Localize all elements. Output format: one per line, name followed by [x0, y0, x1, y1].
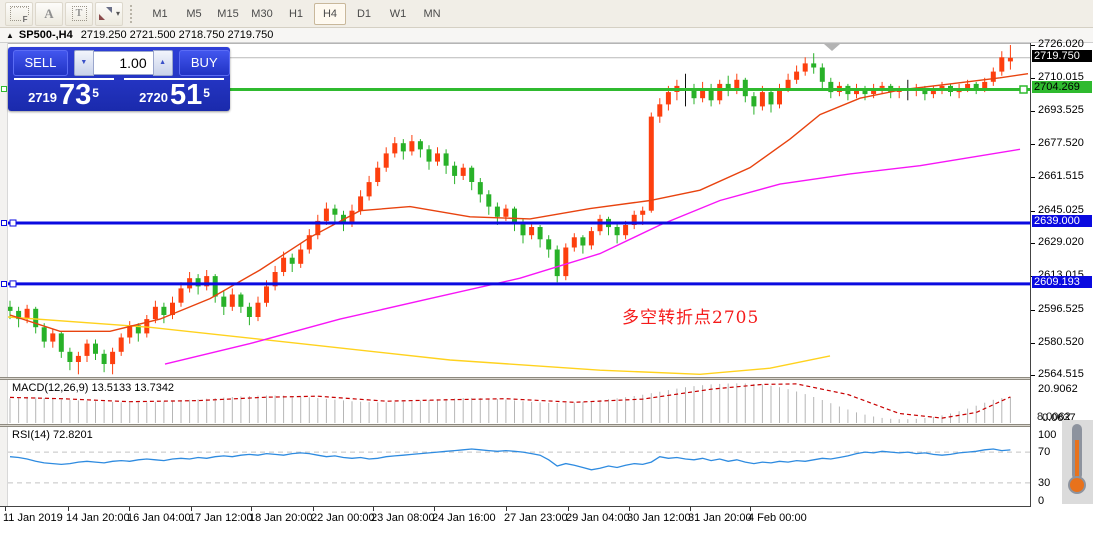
time-label: 30 Jan 12:00	[627, 512, 691, 524]
macd-indicator-label: MACD(12,26,9) 13.5133 13.7342	[12, 382, 174, 394]
price-tick-label: 2726.020	[1038, 38, 1084, 50]
line-anchor[interactable]	[1, 281, 7, 287]
price-tick-label: 2677.520	[1038, 137, 1084, 149]
timeframe-button-d1[interactable]: D1	[348, 3, 380, 25]
rsi-indicator-label: RSI(14) 72.8201	[12, 429, 93, 441]
timeframe-button-m1[interactable]: M1	[144, 3, 176, 25]
price-tick-dash	[1031, 211, 1035, 212]
time-tick	[690, 507, 691, 511]
sell-button[interactable]: SELL	[13, 50, 68, 76]
timeframe-button-m5[interactable]: M5	[178, 3, 210, 25]
time-tick	[191, 507, 192, 511]
timeframe-button-m30[interactable]: M30	[246, 3, 278, 25]
time-label: 4 Feb 00:00	[748, 512, 807, 524]
rsi-axis-label: 100	[1038, 429, 1056, 441]
time-label: 29 Jan 04:00	[566, 512, 630, 524]
volume-decrease-button[interactable]: ▼	[74, 50, 94, 76]
price-highlight-label: 2719.750	[1032, 50, 1092, 62]
time-tick	[506, 507, 507, 511]
left-edge-strip	[0, 43, 8, 507]
price-tick-dash	[1031, 45, 1035, 46]
price-tick-label: 2693.525	[1038, 104, 1084, 116]
time-axis[interactable]: 11 Jan 201914 Jan 20:0016 Jan 04:0017 Ja…	[0, 507, 1030, 534]
time-label: 18 Jan 20:00	[249, 512, 313, 524]
price-tick-label: 2580.520	[1038, 336, 1084, 348]
dropdown-caret-icon: ▾	[116, 9, 120, 18]
price-highlight-label: 2704.269	[1032, 81, 1092, 93]
time-label: 14 Jan 20:00	[66, 512, 130, 524]
time-label: 22 Jan 00:00	[311, 512, 375, 524]
price-tick-dash	[1031, 243, 1035, 244]
timeframe-button-mn[interactable]: MN	[416, 3, 448, 25]
time-tick	[129, 507, 130, 511]
timeframe-button-w1[interactable]: W1	[382, 3, 414, 25]
rsi-axis-label: 30	[1038, 477, 1050, 489]
object-arrows-icon[interactable]: ▾	[95, 2, 123, 26]
toolbar: F A T ▾ M1M5M15M30H1H4D1W1MN	[0, 0, 1093, 28]
mt4-terminal: F A T ▾ M1M5M15M30H1H4D1W1MN ▲ SP500-,H4…	[0, 0, 1093, 534]
text-box-icon[interactable]: T	[65, 2, 93, 26]
buy-button[interactable]: BUY	[179, 50, 230, 76]
price-tick-dash	[1031, 78, 1035, 79]
time-label: 16 Jan 04:00	[127, 512, 191, 524]
time-tick	[313, 507, 314, 511]
volume-input[interactable]: 1.00	[94, 51, 153, 75]
time-tick	[750, 507, 751, 511]
price-tick-dash	[1031, 177, 1035, 178]
price-highlight-label: 2609.193	[1032, 276, 1092, 288]
time-label: 31 Jan 20:00	[688, 512, 752, 524]
macd-axis-top: 20.9062	[1038, 383, 1078, 395]
grid-glyph: F	[10, 6, 29, 21]
time-tick	[251, 507, 252, 511]
time-label: 23 Jan 08:00	[371, 512, 435, 524]
bid-price[interactable]: 2719735	[8, 80, 119, 110]
collapse-panel-icon[interactable]: ▲	[6, 31, 14, 40]
label-a-icon[interactable]: A	[35, 2, 63, 26]
price-tick-label: 2596.525	[1038, 303, 1084, 315]
price-tick-dash	[1031, 144, 1035, 145]
price-tick-dash	[1031, 343, 1035, 344]
thermometer-icon	[1066, 422, 1088, 498]
toolbar-separator	[130, 5, 137, 23]
rsi-axis-label: 70	[1038, 446, 1050, 458]
chart-annotation-text: 多空转折点2705	[622, 303, 759, 328]
timeframe-button-h1[interactable]: H1	[280, 3, 312, 25]
ask-price[interactable]: 2720515	[119, 80, 230, 110]
price-tick-dash	[1031, 310, 1035, 311]
one-click-trading-panel: SELL ▼ 1.00 ▲ BUY 2719735 2720515	[8, 47, 230, 111]
rsi-pane[interactable]	[8, 427, 1030, 506]
chart-ohlc-values: 2719.250 2721.500 2718.750 2719.750	[81, 29, 274, 41]
price-highlight-label: 2639.000	[1032, 215, 1092, 227]
time-tick	[434, 507, 435, 511]
time-tick	[373, 507, 374, 511]
chart-symbol-title: SP500-,H4	[19, 29, 73, 41]
timeframe-button-m15[interactable]: M15	[212, 3, 244, 25]
line-anchor[interactable]	[1, 86, 7, 92]
time-label: 27 Jan 23:00	[504, 512, 568, 524]
price-tick-dash	[1031, 111, 1035, 112]
time-tick	[68, 507, 69, 511]
time-label: 11 Jan 2019	[3, 512, 63, 524]
time-tick	[629, 507, 630, 511]
price-tick-label: 2629.020	[1038, 236, 1084, 248]
timeframe-button-h4[interactable]: H4	[314, 3, 346, 25]
line-anchor[interactable]	[1, 220, 7, 226]
chart-grid-f-icon[interactable]: F	[5, 2, 33, 26]
time-label: 17 Jan 12:00	[189, 512, 253, 524]
time-tick	[5, 507, 6, 511]
rsi-axis-label: 0	[1038, 495, 1044, 507]
price-tick-label: 2661.515	[1038, 170, 1084, 182]
time-tick	[568, 507, 569, 511]
price-tick-dash	[1031, 375, 1035, 376]
price-tick-label: 2564.515	[1038, 368, 1084, 380]
time-label: 24 Jan 16:00	[432, 512, 496, 524]
volume-increase-button[interactable]: ▲	[153, 50, 173, 76]
chart-titlebar: ▲ SP500-,H4 2719.250 2721.500 2718.750 2…	[0, 28, 1093, 43]
timeframe-button-group: M1M5M15M30H1H4D1W1MN	[143, 3, 449, 25]
